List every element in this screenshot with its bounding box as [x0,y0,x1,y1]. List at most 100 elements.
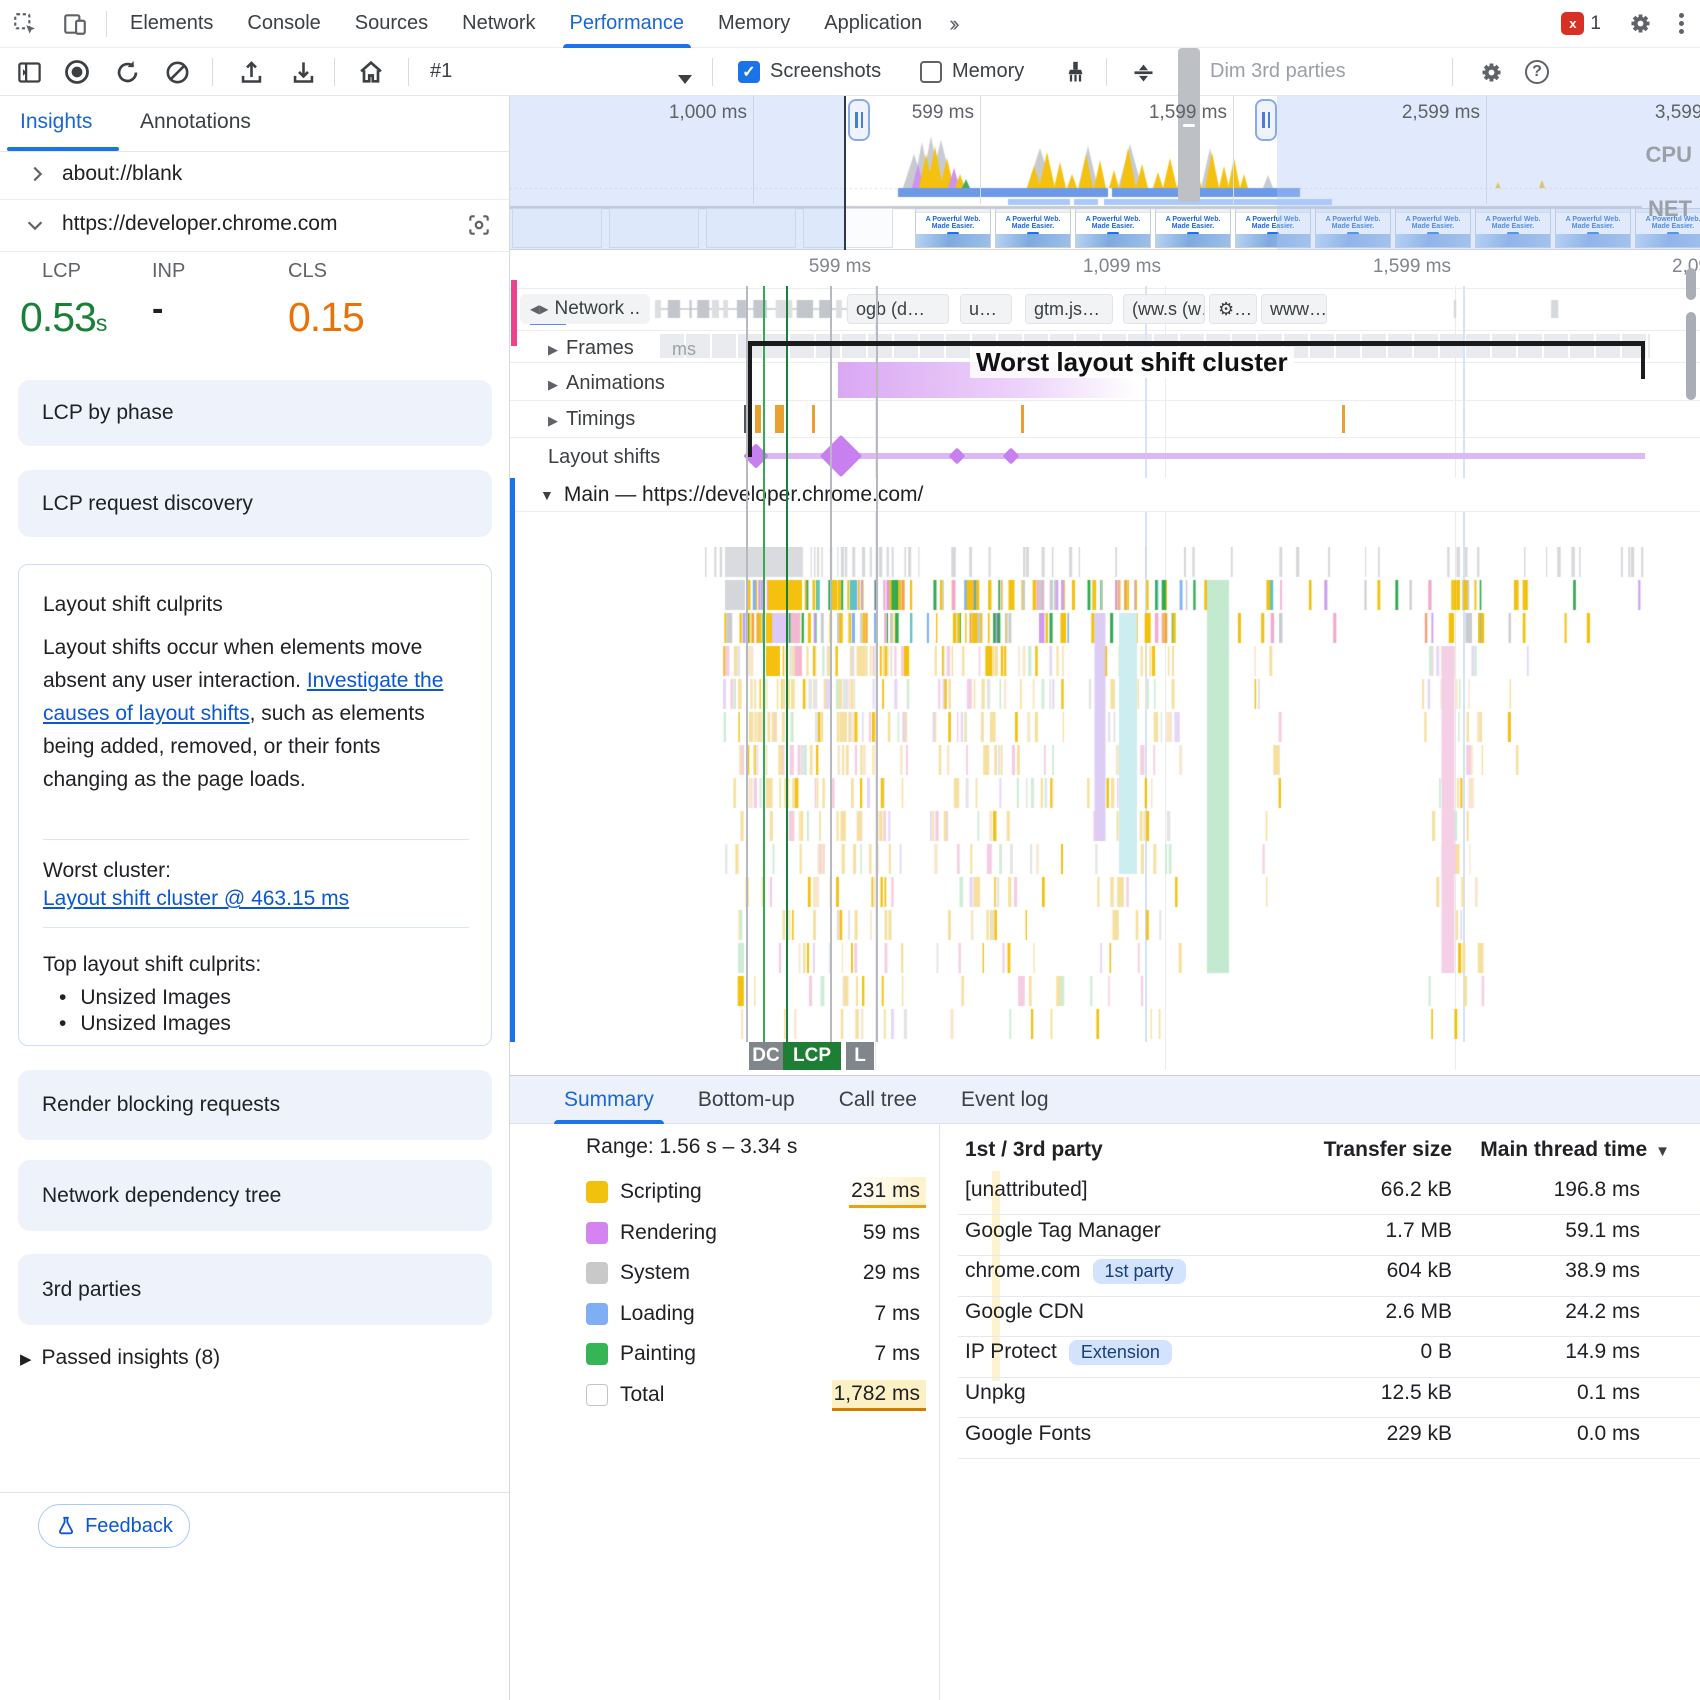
tab-application[interactable]: Application [807,0,939,48]
l-marker-badge[interactable]: L [846,1042,874,1070]
record-icon[interactable] [62,57,92,87]
insight-card-lcp-request-discovery[interactable]: LCP request discovery [18,470,492,537]
home-icon[interactable] [356,57,386,87]
save-profile-icon[interactable] [288,57,318,87]
toggle-sidebar-icon[interactable] [14,57,44,87]
network-track-label[interactable]: ◀▶ Network .. [520,294,650,324]
worst-cluster-link[interactable]: Layout shift cluster @ 463.15 ms [43,887,349,911]
window-grip-left[interactable] [848,99,870,141]
insight-card-render-blocking[interactable]: Render blocking requests [18,1070,492,1140]
frames-track-label[interactable]: ▶Frames [548,337,634,360]
console-error-count[interactable]: x 1 [1561,12,1601,35]
minimap-tick: 3,599 ms [1583,102,1700,124]
feedback-button[interactable]: Feedback [38,1504,190,1548]
tab-network[interactable]: Network [445,0,552,48]
clear-icon[interactable] [162,57,192,87]
scrollbar-thumb[interactable] [1686,312,1696,400]
flame-chart-canvas[interactable] [510,547,1700,1043]
active-tab-underline [7,147,119,151]
main-thread-track-header[interactable]: ▼ Main — https://developer.chrome.com/ [510,478,1700,512]
chevron-down-icon[interactable] [24,214,46,236]
layout-shifts-track-label[interactable]: Layout shifts [548,446,660,469]
chevron-right-icon[interactable] [26,163,48,185]
cls-metric-value[interactable]: 0.15 [288,294,364,341]
more-tabs-icon[interactable]: ›› [939,11,966,37]
insight-card-lcp-by-phase[interactable]: LCP by phase [18,380,492,446]
insight-card-layout-shift-culprits[interactable]: Layout shift culprits Layout shifts occu… [18,564,492,1046]
filmstrip-thumbnail[interactable]: A Powerful Web. Made Easier. [1075,208,1151,248]
kebab-menu-icon[interactable] [1679,10,1684,37]
culprits-title: Layout shift culprits [43,593,223,617]
tab-bottom-up[interactable]: Bottom-up [676,1075,817,1124]
settings-gear-icon[interactable] [1625,9,1655,39]
reload-record-icon[interactable] [112,57,142,87]
timing-mark[interactable] [781,405,784,433]
tab-call-tree[interactable]: Call tree [817,1075,939,1124]
timeline-chart[interactable]: 599 ms 1,099 ms 1,599 ms 2,099 ms ◀▶ Net… [510,250,1700,1075]
help-icon[interactable]: ? [1522,57,1552,87]
layout-shift-diamond[interactable] [1003,448,1020,465]
trace-row-main[interactable]: https://developer.chrome.com [0,200,509,252]
tab-console[interactable]: Console [230,0,337,48]
garbage-collect-icon[interactable] [1060,57,1090,87]
inspect-element-icon[interactable] [10,9,40,39]
lcp-marker-badge[interactable]: LCP [783,1042,841,1070]
trace-row-blank[interactable]: about://blank [0,152,509,200]
history-dropdown-icon[interactable] [670,64,700,94]
insight-card-network-tree[interactable]: Network dependency tree [18,1160,492,1231]
insight-card-3rd-parties[interactable]: 3rd parties [18,1254,492,1325]
network-request-chip[interactable]: www… [1261,294,1327,324]
annotation-label[interactable]: Worst layout shift cluster [970,347,1294,378]
device-toolbar-icon[interactable] [60,9,90,39]
network-request-chip[interactable]: gtm.js… [1025,294,1113,324]
timing-mark[interactable] [1342,405,1345,433]
lcp-metric-value[interactable]: 0.53s [20,294,106,341]
memory-label[interactable]: Memory [952,60,1024,83]
window-left-edge[interactable] [844,96,846,250]
memory-checkbox[interactable] [920,61,942,83]
filmstrip-thumbnail[interactable]: A Powerful Web. Made Easier. [915,208,991,248]
load-profile-icon[interactable] [236,57,266,87]
capture-settings-gear-icon[interactable] [1476,57,1506,87]
tab-insights[interactable]: Insights [20,110,92,134]
triangle-down-icon: ▼ [540,487,554,503]
timeline-minimap[interactable]: 1,000 ms 599 ms 1,599 ms 2,599 ms 3,599 … [510,96,1700,250]
layout-shift-diamond[interactable] [820,435,862,477]
network-request-chip[interactable]: ogb (d… [847,294,949,324]
scrollbar-thumb[interactable] [1686,268,1696,300]
timing-mark[interactable] [1021,405,1024,433]
table-header-party[interactable]: 1st / 3rd party [965,1138,1103,1162]
timing-mark[interactable] [812,405,815,433]
timing-mark[interactable] [758,405,761,433]
screenshots-label[interactable]: Screenshots [770,60,881,83]
network-request-chip[interactable]: (ww.s (w… [1123,294,1205,324]
passed-insights-toggle[interactable]: ▶Passed insights (8) [20,1346,220,1370]
collapse-tracks-icon[interactable] [1128,57,1158,87]
tab-summary[interactable]: Summary [542,1075,676,1124]
tab-memory[interactable]: Memory [701,0,807,48]
tab-annotations[interactable]: Annotations [140,110,251,134]
network-request-chip[interactable]: ⚙… [1209,294,1257,324]
tab-performance[interactable]: Performance [553,0,702,48]
field-data-icon[interactable] [466,212,492,238]
dim-3rd-parties-toggle[interactable] [1178,48,1200,202]
filmstrip-thumbnail[interactable]: A Powerful Web. Made Easier. [995,208,1071,248]
layout-shift-diamond[interactable] [949,448,966,465]
animations-track-label[interactable]: ▶Animations [548,372,665,395]
insights-sidebar: Insights Annotations about://blank https… [0,96,510,1700]
annotation-bracket[interactable] [748,341,1645,346]
window-grip-right[interactable] [1255,99,1277,141]
filmstrip-thumbnail[interactable]: A Powerful Web. Made Easier. [1155,208,1231,248]
tab-event-log[interactable]: Event log [939,1075,1071,1124]
tab-sources[interactable]: Sources [338,0,445,48]
history-item-label[interactable]: #1 [430,60,452,83]
ruler-label: 599 ms [691,256,871,278]
tab-elements[interactable]: Elements [113,0,230,48]
legend-row-scripting: Scripting 231 ms [586,1175,926,1209]
network-track-accent [511,280,517,346]
table-header-time[interactable]: Main thread time▼ [1418,1138,1670,1162]
dcl-marker-badge[interactable]: DC [749,1042,783,1070]
screenshots-checkbox[interactable]: ✓ [738,61,760,83]
network-request-chip[interactable]: u… [960,294,1012,324]
timings-track-label[interactable]: ▶Timings [548,408,635,431]
